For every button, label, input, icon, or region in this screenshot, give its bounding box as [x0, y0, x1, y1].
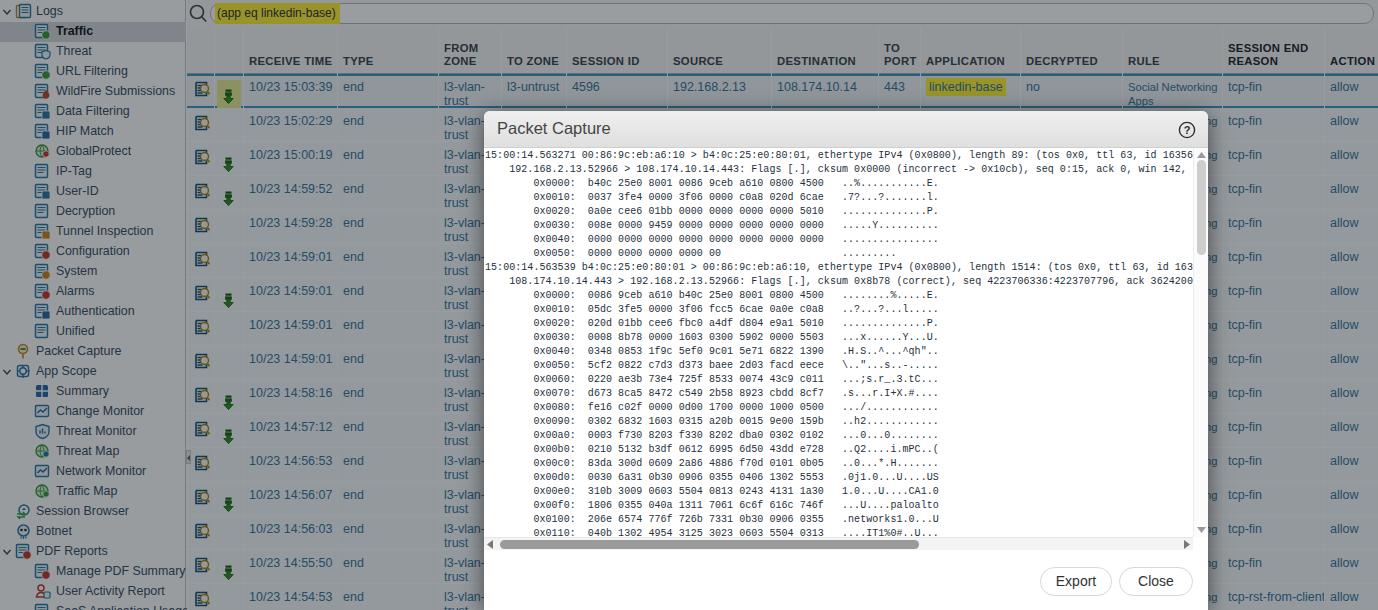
- svg-text:?: ?: [1184, 124, 1191, 136]
